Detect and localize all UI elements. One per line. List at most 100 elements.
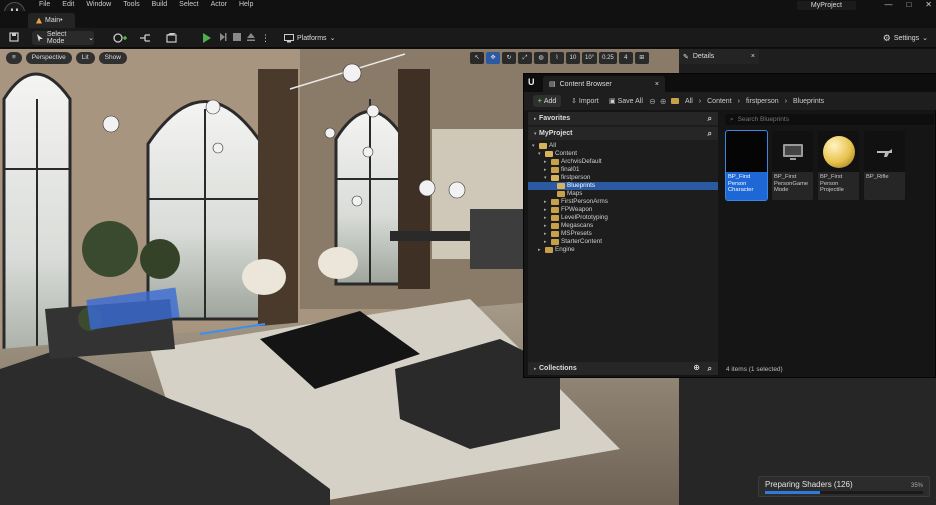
add-button[interactable]: + Add bbox=[533, 95, 561, 107]
tree-item-firstperson[interactable]: ▾ firstperson bbox=[528, 174, 718, 182]
menu-tools[interactable]: Tools bbox=[117, 1, 145, 8]
step-icon[interactable] bbox=[218, 32, 228, 44]
search-icon[interactable]: ⌕ bbox=[708, 129, 712, 139]
scale-tool-icon[interactable]: ⤢ bbox=[518, 52, 532, 64]
favorites-header[interactable]: ▸ Favorites ⌕ bbox=[528, 112, 718, 125]
tree-item-label: FirstPersonArms bbox=[561, 198, 608, 205]
search-icon[interactable]: ⌕ bbox=[708, 364, 712, 374]
window-controls: — □ ✕ bbox=[884, 0, 932, 9]
history-nav: ⊖ ⊕ bbox=[649, 95, 666, 107]
folder-icon bbox=[551, 215, 559, 221]
rotate-tool-icon[interactable]: ↻ bbox=[502, 52, 516, 64]
menu-edit[interactable]: Edit bbox=[56, 1, 80, 8]
tree-item-maps[interactable]: Maps bbox=[528, 190, 718, 198]
asset-search-input[interactable]: ⌕ Search Blueprints bbox=[725, 114, 934, 125]
back-icon[interactable]: ⊖ bbox=[649, 97, 656, 106]
chevron-right-icon: ▸ bbox=[544, 239, 547, 245]
platforms-dropdown[interactable]: Platforms ⌄ bbox=[284, 31, 335, 45]
tab-details[interactable]: ✎ Details × bbox=[679, 49, 759, 64]
breadcrumb-content[interactable]: Content bbox=[707, 98, 732, 105]
project-header[interactable]: ▾ MyProject ⌕ bbox=[528, 127, 718, 140]
asset-tile-bp-first-persongame-mode[interactable]: BP_First PersonGame Mode bbox=[772, 131, 813, 200]
menu-window[interactable]: Window bbox=[80, 1, 117, 8]
menu-file[interactable]: File bbox=[33, 1, 56, 8]
menu-help[interactable]: Help bbox=[233, 1, 259, 8]
world-local-icon[interactable]: ◍ bbox=[534, 52, 548, 64]
tree-item-archvisdefault[interactable]: ▸ ArchvisDefault bbox=[528, 158, 718, 166]
asset-tile-bp-first-person-projectile[interactable]: BP_First Person Projectile bbox=[818, 131, 859, 200]
camera-speed-value[interactable]: 4 bbox=[618, 52, 633, 64]
collections-header[interactable]: ▸ Collections ⊕ ⌕ bbox=[528, 362, 718, 375]
menu-actor[interactable]: Actor bbox=[205, 1, 233, 8]
add-collection-icon[interactable]: ⊕ bbox=[693, 363, 700, 372]
tab-main-level-label: Main• bbox=[45, 17, 63, 24]
chevron-right-icon: › bbox=[698, 97, 702, 105]
tree-item-blueprints[interactable]: Blueprints bbox=[528, 182, 718, 190]
asset-tile-bp-rifle[interactable]: BP_Rifle bbox=[864, 131, 905, 200]
asset-view: ⌕ Search Blueprints BP_First Person Char… bbox=[722, 112, 935, 375]
stop-icon[interactable] bbox=[232, 32, 242, 44]
save-all-button[interactable]: ▣ Save All bbox=[609, 95, 643, 107]
eject-icon[interactable] bbox=[246, 32, 256, 44]
play-button[interactable] bbox=[203, 33, 211, 43]
tree-item-content[interactable]: ▾ Content bbox=[528, 150, 718, 158]
tree-item-label: Engine bbox=[555, 246, 575, 253]
surface-snap-icon[interactable]: ⌇ bbox=[550, 52, 564, 64]
grid-snap-value[interactable]: 10 bbox=[566, 52, 580, 64]
tree-item-label: Megascans bbox=[561, 222, 594, 229]
perspective-button[interactable]: Perspective bbox=[25, 52, 72, 64]
more-options-icon[interactable]: ⋮ bbox=[261, 32, 270, 44]
tab-content-browser[interactable]: ▤ Content Browser × bbox=[543, 76, 665, 92]
settings-dropdown[interactable]: ⚙ Settings ⌄ bbox=[883, 31, 928, 45]
select-tool-icon[interactable]: ↖ bbox=[470, 52, 484, 64]
search-icon[interactable]: ⌕ bbox=[708, 114, 712, 124]
viewport-menu-button[interactable]: ≡ bbox=[6, 52, 22, 64]
lit-button[interactable]: Lit bbox=[75, 52, 95, 64]
folder-icon bbox=[551, 223, 559, 229]
scale-snap-value[interactable]: 0.25 bbox=[599, 52, 617, 64]
breadcrumb-all[interactable]: All bbox=[685, 98, 693, 105]
tree-item-levelprototyping[interactable]: ▸ LevelPrototyping bbox=[528, 214, 718, 222]
collections-label: Collections bbox=[539, 365, 577, 372]
tree-item-firstpersonarms[interactable]: ▸ FirstPersonArms bbox=[528, 198, 718, 206]
blueprint-icon[interactable] bbox=[139, 32, 155, 44]
import-button[interactable]: ⇩ Import bbox=[571, 95, 599, 107]
menu-bar: U File Edit Window Tools Build Select Ac… bbox=[0, 0, 936, 23]
close-window-icon[interactable]: ✕ bbox=[925, 0, 932, 9]
maximize-viewport-icon[interactable]: ⊞ bbox=[634, 52, 649, 64]
show-button[interactable]: Show bbox=[98, 52, 127, 64]
menu-build[interactable]: Build bbox=[146, 1, 174, 8]
asset-thumbnail bbox=[726, 131, 767, 172]
asset-label: BP_Rifle bbox=[866, 174, 889, 180]
translate-tool-icon[interactable]: ✥ bbox=[486, 52, 500, 64]
select-mode-dropdown[interactable]: Select Mode ⌄ bbox=[32, 31, 94, 45]
minimize-icon[interactable]: — bbox=[884, 0, 892, 9]
close-icon[interactable]: × bbox=[655, 81, 659, 88]
tab-main-level[interactable]: Main• bbox=[28, 13, 75, 28]
level-tab-row: Main• bbox=[0, 11, 936, 28]
monitor-icon bbox=[772, 131, 813, 172]
breadcrumb-blueprints[interactable]: Blueprints bbox=[793, 98, 824, 105]
rotation-snap-value[interactable]: 10° bbox=[582, 52, 598, 64]
tree-item-mspresets[interactable]: ▸ MSPresets bbox=[528, 230, 718, 238]
maximize-icon[interactable]: □ bbox=[906, 0, 911, 9]
asset-tile-bp-first-person-character[interactable]: BP_First Person Character bbox=[725, 130, 768, 201]
asset-label: BP_First Person Projectile bbox=[820, 174, 844, 193]
menu-select[interactable]: Select bbox=[173, 1, 204, 8]
tree-item-engine[interactable]: ▸ Engine bbox=[528, 246, 718, 254]
tree-item-all[interactable]: ▾ All bbox=[528, 142, 718, 150]
save-icon[interactable] bbox=[9, 32, 19, 44]
rifle-icon bbox=[864, 131, 905, 172]
tree-item-fpweapon[interactable]: ▸ FPWeapon bbox=[528, 206, 718, 214]
close-icon[interactable]: × bbox=[751, 53, 755, 60]
tree-item-startercontent[interactable]: ▸ StarterContent bbox=[528, 238, 718, 246]
select-mode-label: Select Mode bbox=[46, 31, 67, 45]
tree-item-final01[interactable]: ▸ final01 bbox=[528, 166, 718, 174]
forward-icon[interactable]: ⊕ bbox=[660, 97, 667, 106]
tree-item-megascans[interactable]: ▸ Megascans bbox=[528, 222, 718, 230]
add-actor-icon[interactable] bbox=[112, 32, 128, 44]
breadcrumb-firstperson[interactable]: firstperson bbox=[746, 98, 779, 105]
cinematics-icon[interactable] bbox=[166, 32, 182, 44]
folder-tree: ▾ All ▾ Content ▸ ArchvisDefault ▸ final… bbox=[528, 140, 718, 254]
viewport-left-toolbar: ≡ Perspective Lit Show bbox=[6, 52, 127, 64]
